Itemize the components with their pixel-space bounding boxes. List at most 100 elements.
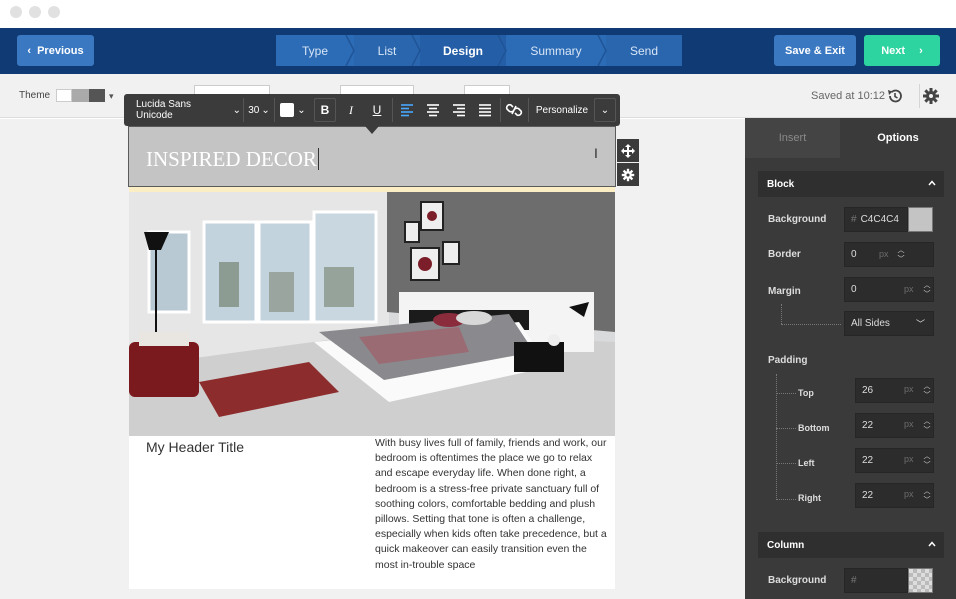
save-exit-label: Save & Exit (785, 44, 845, 57)
align-center-icon[interactable] (424, 98, 442, 122)
tab-insert[interactable]: Insert (745, 118, 840, 158)
margin-sides-value: All Sides (851, 318, 890, 329)
padding-right-unit: px (904, 489, 914, 499)
tree-line (781, 324, 841, 325)
personalize-label: Personalize (535, 104, 589, 116)
column-body-text[interactable]: With busy lives full of family, friends … (375, 436, 607, 573)
next-label: Next (881, 44, 906, 57)
chevron-left-icon: ‹ (27, 44, 32, 57)
tree-line (776, 463, 796, 464)
chevron-down-icon[interactable]: ▾ (109, 91, 114, 102)
chevron-down-icon: ﹀ (923, 391, 931, 399)
options-panel: Insert Options Block Background # C4C4C4… (745, 118, 956, 599)
toolbar-pointer (365, 126, 379, 134)
padding-bottom-label: Bottom (798, 423, 830, 433)
align-justify-icon[interactable] (476, 98, 494, 122)
divider (392, 98, 393, 122)
tab-options-label: Options (877, 132, 919, 144)
chevron-down-icon: ﹀ (915, 319, 925, 329)
move-icon (621, 143, 635, 158)
move-handle[interactable] (617, 139, 639, 162)
divider (528, 98, 529, 122)
padding-right-stepper[interactable]: ︿ ﹀ (921, 483, 933, 508)
background-color-input[interactable]: # C4C4C4 (844, 207, 908, 232)
column-background-swatch[interactable] (908, 568, 933, 593)
divider (919, 84, 920, 108)
tab-options[interactable]: Options (840, 118, 956, 158)
background-color-value: C4C4C4 (860, 214, 899, 225)
gear-icon (621, 168, 635, 181)
chevron-up-icon: ︿ (923, 487, 931, 495)
margin-unit: px (904, 284, 914, 294)
personalize-button[interactable]: Personalize (531, 98, 593, 122)
border-stepper[interactable]: ︿ ﹀ (895, 242, 907, 267)
text-color-picker[interactable]: ⌄ (278, 98, 308, 122)
padding-top-value: 26 (862, 385, 874, 396)
column-background-input[interactable]: # (844, 568, 908, 593)
next-button[interactable]: Next › (864, 35, 940, 66)
divider (500, 98, 501, 122)
tree-line (776, 428, 796, 429)
top-nav: ‹ Previous Type List Design Summary Send… (0, 28, 956, 74)
window-zoom-dot[interactable] (48, 6, 60, 18)
border-label: Border (768, 249, 801, 260)
header-block[interactable]: INSPIRED DECOR I (128, 126, 616, 187)
block-section-header[interactable]: Block (758, 171, 944, 197)
margin-stepper[interactable]: ︿ ﹀ (921, 277, 933, 302)
app-window: { "nav": { "previous_label": "Previous",… (0, 0, 956, 599)
divider (274, 98, 275, 122)
font-size-value: 30 (248, 104, 260, 116)
align-right-icon[interactable] (450, 98, 468, 122)
saved-status: Saved at 10:12 (811, 90, 886, 102)
align-left-icon[interactable] (398, 98, 416, 122)
padding-top-label: Top (798, 388, 814, 398)
border-unit: px (879, 249, 889, 259)
previous-button[interactable]: ‹ Previous (17, 35, 94, 66)
background-color-swatch[interactable] (908, 207, 933, 232)
italic-label: I (349, 102, 353, 117)
color-swatch (280, 103, 295, 117)
padding-right-value: 22 (862, 490, 874, 501)
chevron-up-icon: ︿ (923, 382, 931, 390)
save-exit-button[interactable]: Save & Exit (774, 35, 856, 66)
border-input[interactable]: 0 (844, 242, 934, 267)
font-family-value: Lucida Sans Unicode (136, 99, 192, 121)
padding-left-unit: px (904, 454, 914, 464)
history-icon[interactable] (886, 87, 904, 105)
underline-button[interactable]: U (366, 98, 388, 122)
font-family-select[interactable]: Lucida Sans Unicode ⌄ (129, 98, 241, 122)
italic-button[interactable]: I (340, 98, 362, 122)
block-settings-handle[interactable] (617, 163, 639, 186)
padding-left-value: 22 (862, 455, 874, 466)
window-close-dot[interactable] (10, 6, 22, 18)
window-minimize-dot[interactable] (29, 6, 41, 18)
tree-line (776, 393, 796, 394)
padding-top-unit: px (904, 384, 914, 394)
font-size-select[interactable]: 30 ⌄ (246, 98, 272, 122)
hash-prefix: # (851, 575, 857, 586)
padding-top-stepper[interactable]: ︿ ﹀ (921, 378, 933, 403)
column-title[interactable]: My Header Title (146, 439, 244, 455)
bedroom-image[interactable] (129, 192, 615, 436)
margin-sides-select[interactable]: All Sides ﹀ (844, 311, 934, 336)
chevron-down-icon: ﹀ (923, 496, 931, 504)
bold-button[interactable]: B (314, 98, 336, 122)
header-text-editable[interactable]: INSPIRED DECOR (146, 147, 319, 172)
chevron-up-icon: ︿ (897, 246, 905, 254)
chevron-down-icon: ﹀ (897, 255, 905, 263)
margin-label: Margin (768, 286, 801, 297)
divider (243, 98, 244, 122)
padding-bottom-stepper[interactable]: ︿ ﹀ (921, 413, 933, 438)
bedroom-photo-illustration (129, 192, 615, 436)
more-options-button[interactable]: ⌄ (594, 98, 616, 122)
theme-label: Theme (19, 90, 51, 101)
padding-left-label: Left (798, 458, 815, 468)
padding-left-stepper[interactable]: ︿ ﹀ (921, 448, 933, 473)
text-caret (317, 148, 319, 170)
column-section-header[interactable]: Column (758, 532, 944, 558)
bold-label: B (320, 103, 330, 117)
format-toolbar: Lucida Sans Unicode ⌄ 30 ⌄ ⌄ B I U Perso… (124, 94, 620, 126)
link-icon[interactable] (504, 98, 524, 122)
gear-icon[interactable] (922, 87, 940, 105)
window-titlebar (0, 0, 956, 28)
